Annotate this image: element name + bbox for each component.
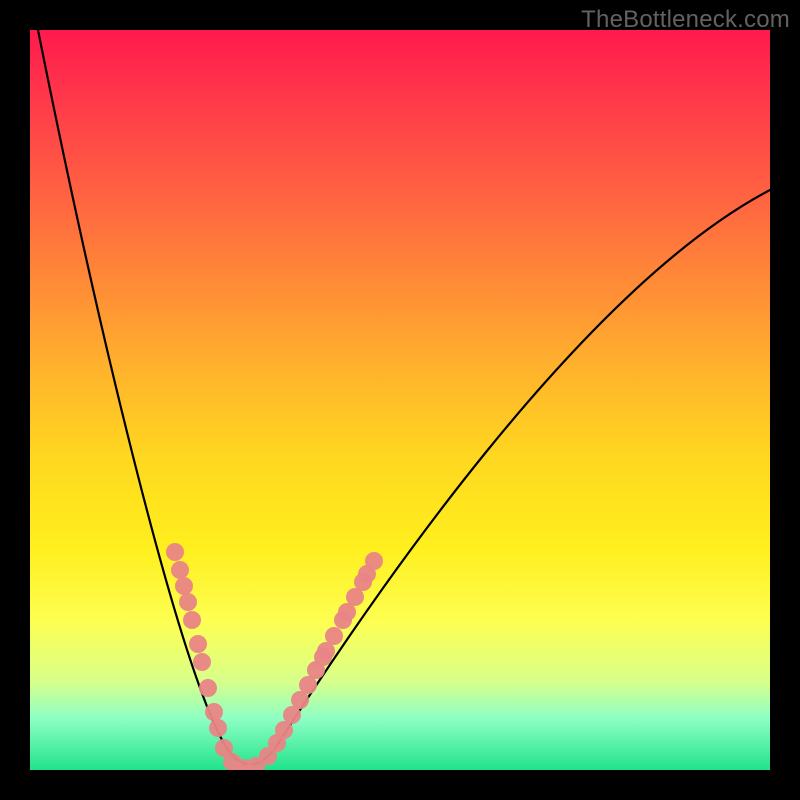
data-marker [205,703,223,721]
data-marker [171,561,189,579]
chart-frame: TheBottleneck.com [0,0,800,800]
data-marker [175,577,193,595]
data-marker [199,679,217,697]
data-marker [179,593,197,611]
data-marker [166,543,184,561]
data-marker [365,552,383,570]
data-marker [183,611,201,629]
plot-area [30,30,770,770]
watermark-label: TheBottleneck.com [581,6,790,34]
bottleneck-curve [38,30,770,764]
data-marker [209,719,227,737]
chart-svg [30,30,770,770]
data-markers [166,543,383,770]
data-marker [189,635,207,653]
data-marker [325,627,343,645]
data-marker [193,653,211,671]
